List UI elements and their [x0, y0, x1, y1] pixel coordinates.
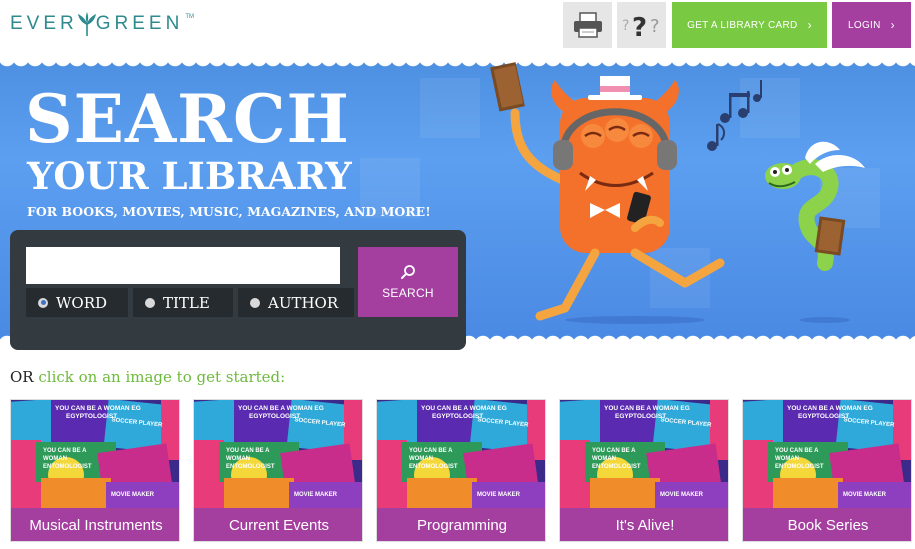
chevron-right-icon: › [807, 18, 812, 32]
radio-option-title[interactable]: TITLE [133, 288, 233, 317]
hero-subtitle: YOUR LIBRARY [27, 154, 352, 198]
svg-text:MOVIE MAKER: MOVIE MAKER [660, 492, 704, 498]
category-card[interactable]: YOU CAN BE A WOMAN EG EGYPTOLOGIST SOCCER … [193, 399, 363, 542]
category-card-label[interactable]: Book Series [743, 508, 911, 541]
category-card[interactable]: YOU CAN BE A WOMAN EG EGYPTOLOGIST SOCCER … [10, 399, 180, 542]
category-card[interactable]: YOU CAN BE A WOMAN EG EGYPTOLOGIST SOCCER … [376, 399, 546, 542]
svg-text:MOVIE MAKER: MOVIE MAKER [111, 492, 155, 498]
svg-text:YOU CAN BE A: YOU CAN BE A [43, 448, 87, 454]
svg-text:YOU CAN BE A WOMAN EG: YOU CAN BE A WOMAN EG [238, 405, 324, 412]
question-marks-icon: ? ? ? [622, 13, 660, 42]
hero-tagline: FOR BOOKS, MOVIES, MUSIC, MAGAZINES, AND… [27, 204, 431, 219]
hero-title: SEARCH [25, 80, 350, 158]
background-tile [420, 78, 480, 138]
radio-unselected-icon[interactable] [250, 297, 260, 308]
book-collage-image[interactable]: YOU CAN BE A WOMAN EG EGYPTOLOGIST SOCCER … [377, 400, 545, 508]
radio-label-title: TITLE [163, 293, 210, 312]
svg-text:MOVIE MAKER: MOVIE MAKER [477, 492, 521, 498]
svg-text:EGYPTOLOGIST: EGYPTOLOGIST [798, 413, 849, 420]
site-header: EVER GREEN TM ? ? ? GET A LIBRARY CARD ›… [0, 0, 915, 58]
search-icon [401, 265, 415, 279]
browse-prompt: OR click on an image to get started: [10, 368, 285, 386]
svg-text:?: ? [650, 16, 660, 37]
svg-text:YOU CAN BE A: YOU CAN BE A [226, 448, 270, 454]
radio-label-word: WORD [56, 293, 108, 312]
radio-label-author: AUTHOR [268, 293, 339, 312]
category-card[interactable]: YOU CAN BE A WOMAN EG EGYPTOLOGIST SOCCER … [559, 399, 729, 542]
svg-text:YOU CAN BE A: YOU CAN BE A [775, 448, 819, 454]
svg-text:MOVIE MAKER: MOVIE MAKER [843, 492, 887, 498]
monster-mascot-illustration [490, 62, 865, 324]
svg-text:YOU CAN BE A WOMAN EG: YOU CAN BE A WOMAN EG [787, 405, 873, 412]
radio-unselected-icon[interactable] [145, 297, 155, 308]
browse-prefix: OR [10, 368, 34, 386]
login-label: LOGIN [848, 19, 881, 31]
svg-text:YOU CAN BE A WOMAN EG: YOU CAN BE A WOMAN EG [55, 405, 141, 412]
printer-icon [573, 12, 602, 38]
search-input[interactable] [26, 247, 340, 284]
search-button[interactable]: SEARCH [358, 247, 458, 317]
browse-prompt-text: click on an image to get started: [38, 368, 286, 386]
svg-text:YOU CAN BE A: YOU CAN BE A [409, 448, 453, 454]
book-collage-image[interactable]: YOU CAN BE A WOMAN EG EGYPTOLOGIST SOCCER … [11, 400, 179, 508]
svg-text:EGYPTOLOGIST: EGYPTOLOGIST [615, 413, 666, 420]
category-card-label[interactable]: Musical Instruments [11, 508, 179, 541]
logo-text-right: GREEN [95, 13, 184, 34]
search-panel: SEARCH WORD TITLE AUTHOR [10, 230, 466, 350]
category-card-label[interactable]: Programming [377, 508, 545, 541]
logo-text-left: EVER [10, 13, 78, 34]
svg-text:?: ? [622, 18, 629, 34]
svg-text:EGYPTOLOGIST: EGYPTOLOGIST [432, 413, 483, 420]
svg-text:WOMAN: WOMAN [226, 456, 250, 462]
search-button-label: SEARCH [382, 286, 434, 300]
evergreen-logo[interactable]: EVER GREEN TM [10, 10, 194, 38]
leaf-icon [77, 12, 96, 36]
svg-text:ENTOMOLOGIST: ENTOMOLOGIST [43, 464, 92, 470]
svg-text:ENTOMOLOGIST: ENTOMOLOGIST [226, 464, 275, 470]
book-collage-image[interactable]: YOU CAN BE A WOMAN EG EGYPTOLOGIST SOCCER … [743, 400, 911, 508]
svg-text:EGYPTOLOGIST: EGYPTOLOGIST [249, 413, 300, 420]
svg-text:?: ? [632, 13, 647, 42]
book-collage-image[interactable]: YOU CAN BE A WOMAN EG EGYPTOLOGIST SOCCER … [560, 400, 728, 508]
radio-selected-icon[interactable] [38, 297, 48, 308]
chevron-right-icon: › [890, 18, 895, 32]
svg-text:ENTOMOLOGIST: ENTOMOLOGIST [775, 464, 824, 470]
svg-text:MOVIE MAKER: MOVIE MAKER [294, 492, 338, 498]
login-button[interactable]: LOGIN › [832, 2, 911, 48]
radio-option-author[interactable]: AUTHOR [238, 288, 354, 317]
svg-text:WOMAN: WOMAN [43, 456, 67, 462]
svg-text:YOU CAN BE A: YOU CAN BE A [592, 448, 636, 454]
trademark-mark: TM [185, 14, 194, 20]
category-card-label[interactable]: It's Alive! [560, 508, 728, 541]
book-collage-image[interactable]: YOU CAN BE A WOMAN EG EGYPTOLOGIST SOCCER … [194, 400, 362, 508]
svg-text:WOMAN: WOMAN [592, 456, 616, 462]
help-button[interactable]: ? ? ? [617, 2, 666, 48]
category-card[interactable]: YOU CAN BE A WOMAN EG EGYPTOLOGIST SOCCER … [742, 399, 912, 542]
svg-text:WOMAN: WOMAN [409, 456, 433, 462]
svg-text:YOU CAN BE A WOMAN EG: YOU CAN BE A WOMAN EG [604, 405, 690, 412]
svg-text:WOMAN: WOMAN [775, 456, 799, 462]
svg-text:EGYPTOLOGIST: EGYPTOLOGIST [66, 413, 117, 420]
get-library-card-label: GET A LIBRARY CARD [687, 19, 798, 31]
radio-option-word[interactable]: WORD [26, 288, 128, 317]
get-library-card-button[interactable]: GET A LIBRARY CARD › [672, 2, 827, 48]
print-button[interactable] [563, 2, 612, 48]
svg-text:ENTOMOLOGIST: ENTOMOLOGIST [592, 464, 641, 470]
category-card-label[interactable]: Current Events [194, 508, 362, 541]
svg-text:YOU CAN BE A WOMAN EG: YOU CAN BE A WOMAN EG [421, 405, 507, 412]
svg-text:ENTOMOLOGIST: ENTOMOLOGIST [409, 464, 458, 470]
